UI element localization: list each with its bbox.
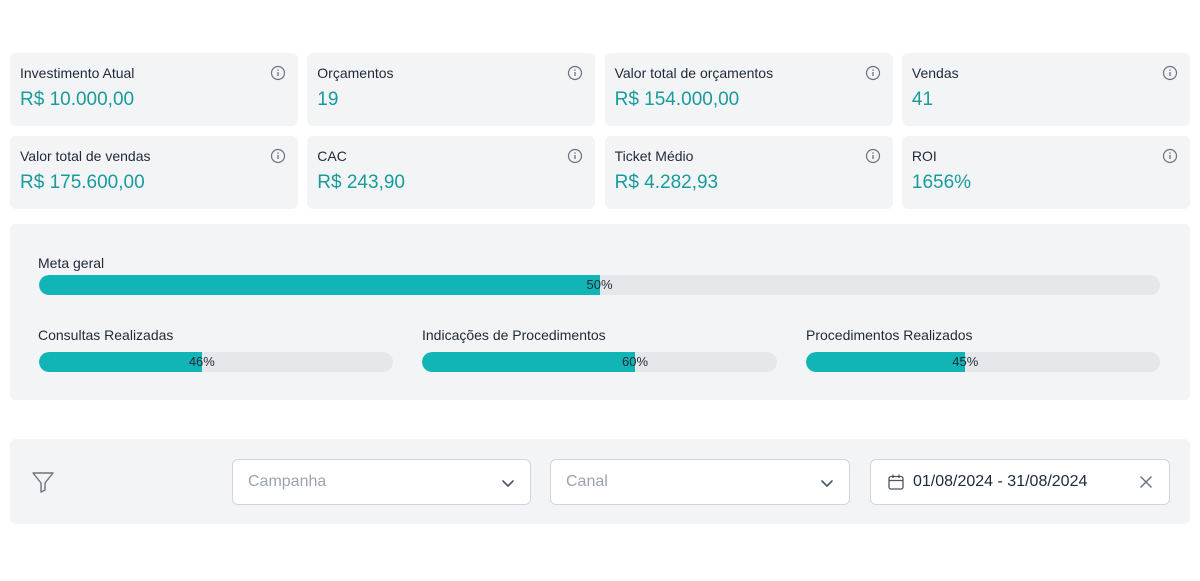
goals-panel: Meta geral 50% Consultas Realizadas 46% …: [10, 224, 1190, 400]
progress-bar-fill: [39, 275, 600, 295]
kpi-card-roi: ROI 1656%: [901, 136, 1190, 209]
kpi-card-valor-total-vendas: Valor total de vendas R$ 175.600,00: [10, 136, 298, 209]
chevron-down-icon: [821, 480, 833, 487]
kpi-label: ROI: [911, 148, 937, 164]
filter-icon[interactable]: [30, 469, 56, 495]
kpi-card-valor-total-orcamentos: Valor total de orçamentos R$ 154.000,00: [604, 53, 893, 126]
kpi-card-ticket-medio: Ticket Médio R$ 4.282,93: [604, 136, 893, 209]
progress-bar-indicacoes: 60%: [422, 352, 777, 372]
progress-bar-text: 50%: [586, 277, 613, 292]
progress-bar-fill: [39, 352, 202, 372]
progress-bar-text: 60%: [621, 354, 649, 369]
info-icon[interactable]: [865, 148, 881, 164]
campaign-select[interactable]: Campanha: [232, 459, 531, 505]
progress-bar-procedimentos: 45%: [806, 352, 1160, 372]
goal-label-procedimentos: Procedimentos Realizados: [806, 327, 973, 343]
kpi-value: 41: [911, 89, 934, 110]
progress-bar-text: 45%: [952, 354, 979, 369]
info-icon[interactable]: [567, 65, 583, 81]
info-icon[interactable]: [270, 148, 286, 164]
channel-select-placeholder: Canal: [566, 473, 608, 490]
info-icon[interactable]: [865, 65, 881, 81]
date-range-picker[interactable]: 01/08/2024 - 31/08/2024: [870, 459, 1170, 505]
campaign-select-placeholder: Campanha: [248, 473, 327, 490]
info-icon[interactable]: [567, 148, 583, 164]
progress-bar-fill: [806, 352, 966, 372]
progress-bar-meta-geral: 50%: [39, 275, 1160, 295]
kpi-value: R$ 243,90: [317, 172, 405, 193]
info-icon[interactable]: [1162, 65, 1178, 81]
info-icon[interactable]: [270, 65, 286, 81]
info-icon[interactable]: [1162, 148, 1178, 164]
kpi-label: Orçamentos: [317, 65, 394, 81]
goal-label-consultas: Consultas Realizadas: [38, 327, 174, 343]
progress-bar-text: 46%: [188, 354, 215, 369]
calendar-icon: [888, 474, 904, 490]
goal-label-meta-geral: Meta geral: [38, 255, 105, 271]
progress-bar-consultas: 46%: [39, 352, 393, 372]
kpi-value: 1656%: [911, 172, 972, 193]
kpi-label: Valor total de vendas: [20, 148, 151, 164]
goal-label-indicacoes: Indicações de Procedimentos: [422, 327, 606, 343]
kpi-label: Valor total de orçamentos: [614, 65, 774, 81]
date-range-value: 01/08/2024 - 31/08/2024: [913, 473, 1088, 490]
kpi-label: Ticket Médio: [614, 148, 694, 164]
channel-select[interactable]: Canal: [550, 459, 850, 505]
kpi-label: CAC: [317, 148, 347, 164]
kpi-grid: Investimento Atual R$ 10.000,00 Orçament…: [10, 53, 1190, 209]
chevron-down-icon: [502, 480, 514, 487]
kpi-card-vendas: Vendas 41: [901, 53, 1190, 126]
kpi-card-investimento-atual: Investimento Atual R$ 10.000,00: [10, 53, 298, 126]
close-icon[interactable]: [1139, 475, 1153, 489]
kpi-value: R$ 175.600,00: [20, 172, 145, 193]
kpi-label: Vendas: [911, 65, 959, 81]
kpi-card-orcamentos: Orçamentos 19: [307, 53, 596, 126]
kpi-value: R$ 154.000,00: [614, 89, 740, 110]
kpi-label: Investimento Atual: [20, 65, 135, 81]
filter-bar: Campanha Canal 01/08/2024 - 31/08/2024: [10, 439, 1190, 524]
kpi-value: R$ 4.282,93: [614, 172, 719, 193]
kpi-value: R$ 10.000,00: [20, 89, 135, 110]
kpi-value: 19: [317, 89, 339, 110]
progress-bar-fill: [422, 352, 635, 372]
kpi-card-cac: CAC R$ 243,90: [307, 136, 596, 209]
